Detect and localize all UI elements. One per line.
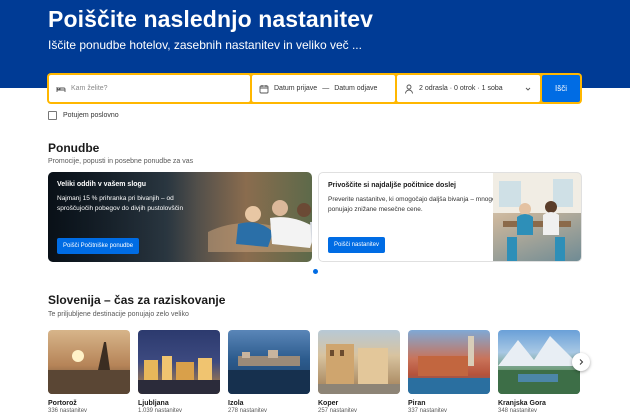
destination-photo [408, 330, 490, 394]
guests-field[interactable]: 2 odrasla · 0 otrok · 1 soba [397, 75, 540, 102]
destination-card-koper[interactable]: Koper 257 nastanitev [318, 330, 400, 414]
carousel-next-button[interactable] [572, 353, 590, 371]
destination-photo [138, 330, 220, 394]
long-stay-photo [493, 173, 581, 261]
chevron-right-icon [576, 357, 586, 367]
find-stay-button[interactable]: Poišči nastanitev [328, 237, 386, 253]
checkin-label: Datum prijave [274, 85, 318, 92]
destination-count: 336 nastanitev [48, 408, 88, 414]
destination-field[interactable]: Kam želite? [49, 75, 250, 102]
destination-name: Kranjska Gora [498, 400, 546, 407]
offers-subtitle: Promocije, popusti in posebne ponudbe za… [48, 158, 194, 165]
business-travel-option[interactable]: Potujem poslovno [48, 111, 119, 120]
destination-name: Portorož [48, 400, 77, 407]
destination-count: 257 nastanitev [318, 408, 358, 414]
page-title: Poiščite naslednjo nastanitev [48, 6, 374, 32]
offer-card-vacation[interactable]: Veliki oddih v vašem slogu Najmanj 15 % … [48, 172, 312, 262]
offer-description: Preverite nastanitve, ki omogočajo daljš… [328, 196, 496, 213]
destination-card-portoroz[interactable]: Portorož 336 nastanitev [48, 330, 130, 414]
vacation-photo [208, 200, 312, 252]
search-bar: Kam želite? Datum prijave — Datum odjave… [47, 73, 582, 104]
date-separator: — [322, 85, 330, 92]
business-travel-checkbox[interactable] [48, 111, 57, 120]
destination-card-piran[interactable]: Piran 337 nastanitev [408, 330, 490, 414]
offer-card-long-stay[interactable]: Privoščite si najdaljše počitnice doslej… [318, 172, 582, 262]
destination-count: 1.039 nastanitev [138, 408, 183, 414]
chevron-down-icon [523, 84, 533, 94]
business-travel-label: Potujem poslovno [63, 112, 119, 119]
destination-count: 348 nastanitev [498, 408, 538, 414]
destination-photo [318, 330, 400, 394]
destination-photo [228, 330, 310, 394]
destination-count: 278 nastanitev [228, 408, 268, 414]
destinations-title: Slovenija – čas za raziskovanje [48, 293, 226, 307]
bed-icon [56, 84, 66, 94]
offers-title: Ponudbe [48, 141, 100, 155]
destination-photo [498, 330, 580, 394]
offer-title: Privoščite si najdaljše počitnice doslej [328, 182, 456, 189]
vacation-deals-button[interactable]: Poišči Počitniške ponudbe [57, 238, 140, 254]
search-button[interactable]: Išči [542, 75, 580, 102]
destination-card-izola[interactable]: Izola 278 nastanitev [228, 330, 310, 414]
destination-name: Piran [408, 400, 426, 407]
destination-name: Koper [318, 400, 339, 407]
offer-title: Veliki oddih v vašem slogu [57, 181, 147, 188]
person-icon [404, 84, 414, 94]
calendar-icon [259, 84, 269, 94]
hero-subtitle: Iščite ponudbe hotelov, zasebnih nastani… [48, 38, 362, 52]
checkout-label: Datum odjave [334, 85, 378, 92]
carousel-indicator[interactable] [313, 269, 318, 274]
destination-name: Izola [228, 400, 244, 407]
offer-description: Najmanj 15 % prihranka pri bivanjih – od… [57, 195, 184, 212]
destination-count: 337 nastanitev [408, 408, 448, 414]
destinations-subtitle: Te priljubljene destinacije ponujajo zel… [48, 311, 189, 318]
guests-summary: 2 odrasla · 0 otrok · 1 soba [419, 85, 503, 92]
destination-card-ljubljana[interactable]: Ljubljana 1.039 nastanitev [138, 330, 220, 414]
destination-card-kranjska-gora[interactable]: Kranjska Gora 348 nastanitev [498, 330, 580, 414]
date-range-field[interactable]: Datum prijave — Datum odjave [252, 75, 395, 102]
destination-placeholder: Kam želite? [71, 85, 108, 92]
destination-photo [48, 330, 130, 394]
destination-name: Ljubljana [138, 400, 169, 407]
